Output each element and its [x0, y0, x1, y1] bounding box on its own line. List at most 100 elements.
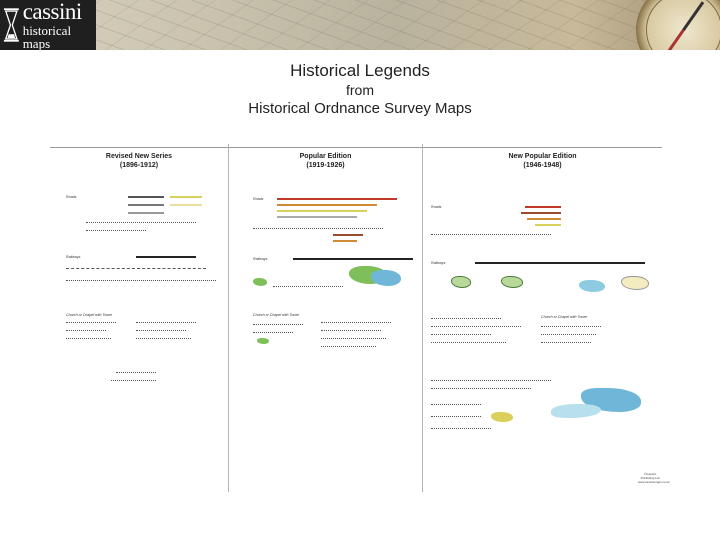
sheet-top-rule [50, 147, 662, 148]
column-title: Popular Edition [299, 153, 352, 160]
copyright-note: ©Cassini Publishing Ltd www.cassinimaps.… [638, 472, 670, 484]
legend-row: Church or Chapel with Tower [431, 314, 656, 320]
legend-text-line [541, 326, 601, 327]
road-symbol [170, 196, 202, 198]
railway-symbol [475, 262, 645, 264]
column-divider [422, 144, 423, 492]
legend-text-line [541, 334, 596, 335]
legend-label: Church or Chapel with Tower [541, 315, 588, 319]
tidal-symbol [551, 404, 601, 418]
legend-row: Roads [66, 194, 216, 200]
contour-symbol [431, 388, 531, 389]
legend-rail-section: Railways [253, 256, 418, 296]
legend-row [253, 214, 413, 220]
legend-rail-section: Railways [66, 254, 216, 294]
legend-row [66, 210, 216, 216]
column-title: New Popular Edition [508, 153, 577, 160]
logo-name: cassini [22, 0, 83, 24]
column-header: Revised New Series (1896-1912) [50, 152, 228, 170]
legend-text-line [253, 332, 293, 333]
road-symbol [128, 204, 164, 206]
page-title-block: Historical Legends from Historical Ordna… [240, 60, 480, 118]
column-years: (1896-1912) [119, 162, 159, 169]
logo-text: cassini historical maps [23, 0, 96, 50]
boundary-symbol [86, 230, 146, 231]
page-subtitle: Historical Ordnance Survey Maps [248, 100, 472, 117]
footpath-symbol [253, 228, 383, 229]
legend-text-line [431, 404, 481, 405]
legend-text-line [431, 318, 501, 319]
road-symbol [128, 212, 164, 214]
railway-symbol [136, 256, 196, 258]
legend-buildings-section: Church or Chapel with Tower [431, 312, 656, 356]
road-symbol [333, 234, 363, 236]
road-symbol [521, 212, 561, 214]
legend-text-line [253, 324, 303, 325]
legend-row [66, 202, 216, 208]
legend-label: Railways [253, 257, 268, 261]
page-title: Historical Legends [290, 61, 430, 80]
road-symbol [277, 210, 367, 212]
legend-text-line [321, 346, 376, 347]
woodland-symbol [253, 278, 267, 286]
header-banner: cassini historical maps [0, 0, 720, 50]
road-symbol [277, 204, 377, 206]
legend-text-line [136, 338, 191, 339]
tramway-symbol [66, 268, 206, 269]
road-symbol [277, 216, 357, 218]
contour-symbol [431, 380, 551, 381]
road-symbol [525, 206, 561, 208]
legend-roads-section: Roads [253, 196, 413, 246]
legend-text-line [431, 428, 491, 429]
legend-row: Railways [431, 260, 656, 266]
legend-row [431, 222, 611, 228]
legend-text-line [321, 338, 386, 339]
legend-buildings-section: Church or Chapel with Tower [66, 312, 216, 392]
water-symbol [579, 280, 605, 292]
legend-text-line [321, 322, 391, 323]
legend-text-line [541, 342, 591, 343]
legend-label: Roads [66, 195, 77, 199]
legend-label: Church or Chapel with Tower [253, 313, 300, 317]
road-symbol [527, 218, 561, 220]
legend-text-line [66, 330, 106, 331]
stream-symbol [273, 286, 343, 287]
column-divider [228, 144, 229, 492]
legend-text-line [136, 322, 196, 323]
woodland-symbol [257, 338, 269, 344]
road-symbol [333, 240, 357, 242]
page-title-from: from [346, 82, 374, 98]
legend-text-line [321, 330, 381, 331]
marsh-symbol [491, 412, 513, 422]
legend-roads-section: Roads [431, 194, 611, 242]
legend-text-line [431, 334, 491, 335]
legend-text-line [431, 326, 521, 327]
sand-symbol [621, 276, 649, 290]
compass-ring [646, 0, 720, 50]
legend-roads-section: Roads [66, 194, 216, 236]
legend-sheet: Revised New Series (1896-1912) Roads Rai… [50, 144, 670, 492]
column-header: New Popular Edition (1946-1948) [423, 152, 662, 170]
legend-row: Railways [66, 254, 216, 260]
road-symbol [128, 196, 164, 198]
legend-text-line [136, 330, 186, 331]
column-header: Popular Edition (1919-1926) [229, 152, 422, 170]
railway-symbol [293, 258, 413, 260]
footpath-symbol [86, 222, 196, 223]
legend-row [253, 238, 413, 244]
column-title: Revised New Series [105, 153, 173, 160]
legend-text-line [66, 338, 111, 339]
legend-label: Railways [431, 261, 446, 265]
legend-label: Railways [66, 255, 81, 259]
legend-text-line [431, 416, 481, 417]
woodland-symbol [451, 276, 471, 288]
cassini-logo[interactable]: cassini historical maps [0, 0, 96, 50]
legend-text-line [66, 322, 116, 323]
road-symbol [535, 224, 561, 226]
legend-label: Church or Chapel with Tower [66, 313, 113, 317]
stream-symbol [66, 280, 216, 281]
logo-subtitle: historical maps [22, 23, 72, 50]
compass-icon [636, 0, 720, 50]
legend-row: Church or Chapel with Tower [66, 312, 216, 318]
legend-relief-section [431, 376, 656, 436]
